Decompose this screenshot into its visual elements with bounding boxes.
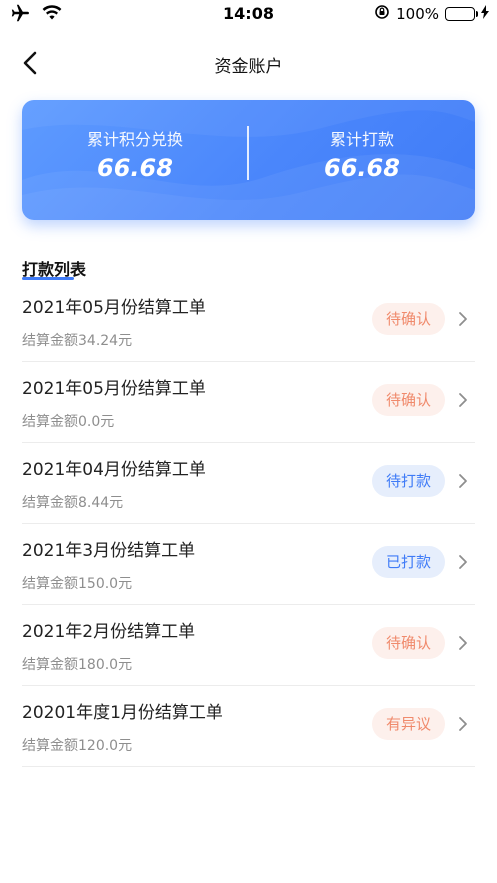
item-amount: 结算金额120.0元 bbox=[22, 738, 133, 754]
item-title: 2021年05月份结算工单 bbox=[22, 379, 206, 399]
charging-icon bbox=[481, 5, 489, 23]
list-item[interactable]: 2021年04月份结算工单 结算金额8.44元 待打款 bbox=[22, 443, 475, 524]
chevron-right-icon bbox=[459, 717, 467, 731]
payout-value: 66.68 bbox=[324, 154, 400, 182]
battery-percent: 100% bbox=[396, 5, 439, 23]
item-title: 20201年度1月份结算工单 bbox=[22, 703, 223, 723]
points-exchange-value: 66.68 bbox=[97, 154, 173, 182]
item-amount: 结算金额0.0元 bbox=[22, 414, 115, 430]
status-right: 100% bbox=[374, 4, 489, 24]
chevron-right-icon bbox=[459, 555, 467, 569]
nav-bar: 资金账户 bbox=[0, 40, 497, 86]
battery-icon bbox=[445, 7, 478, 21]
chevron-right-icon bbox=[459, 393, 467, 407]
status-badge: 有异议 bbox=[371, 708, 445, 740]
payment-list: 2021年05月份结算工单 结算金额34.24元 待确认 2021年05月份结算… bbox=[22, 281, 475, 767]
status-badge: 已打款 bbox=[371, 546, 445, 578]
status-badge: 待确认 bbox=[371, 627, 445, 659]
item-amount: 结算金额150.0元 bbox=[22, 576, 133, 592]
points-exchange-label: 累计积分兑换 bbox=[86, 130, 183, 149]
list-item[interactable]: 2021年3月份结算工单 结算金额150.0元 已打款 bbox=[22, 524, 475, 605]
status-bar: 14:08 100% bbox=[0, 0, 497, 28]
section-underline bbox=[22, 277, 74, 280]
status-badge: 待确认 bbox=[371, 303, 445, 335]
chevron-right-icon bbox=[459, 474, 467, 488]
summary-card: 累计积分兑换 66.68 累计打款 66.68 bbox=[22, 100, 475, 220]
payout-label: 累计打款 bbox=[329, 130, 394, 149]
item-amount: 结算金额34.24元 bbox=[22, 333, 133, 349]
list-item[interactable]: 2021年05月份结算工单 结算金额0.0元 待确认 bbox=[22, 362, 475, 443]
item-title: 2021年05月份结算工单 bbox=[22, 298, 206, 318]
chevron-right-icon bbox=[459, 636, 467, 650]
status-badge: 待确认 bbox=[371, 384, 445, 416]
item-title: 2021年04月份结算工单 bbox=[22, 460, 206, 480]
chevron-right-icon bbox=[459, 312, 467, 326]
item-amount: 结算金额8.44元 bbox=[22, 495, 124, 511]
list-item[interactable]: 2021年05月份结算工单 结算金额34.24元 待确认 bbox=[22, 281, 475, 362]
payout-summary: 累计打款 66.68 bbox=[249, 126, 475, 182]
list-item[interactable]: 2021年2月份结算工单 结算金额180.0元 待确认 bbox=[22, 605, 475, 686]
item-title: 2021年2月份结算工单 bbox=[22, 622, 196, 642]
list-item[interactable]: 20201年度1月份结算工单 结算金额120.0元 有异议 bbox=[22, 686, 475, 767]
orientation-lock-icon bbox=[374, 4, 390, 24]
status-badge: 待打款 bbox=[371, 465, 445, 497]
points-exchange-summary: 累计积分兑换 66.68 bbox=[22, 126, 248, 182]
item-title: 2021年3月份结算工单 bbox=[22, 541, 196, 561]
item-amount: 结算金额180.0元 bbox=[22, 657, 133, 673]
page-title: 资金账户 bbox=[214, 57, 283, 77]
